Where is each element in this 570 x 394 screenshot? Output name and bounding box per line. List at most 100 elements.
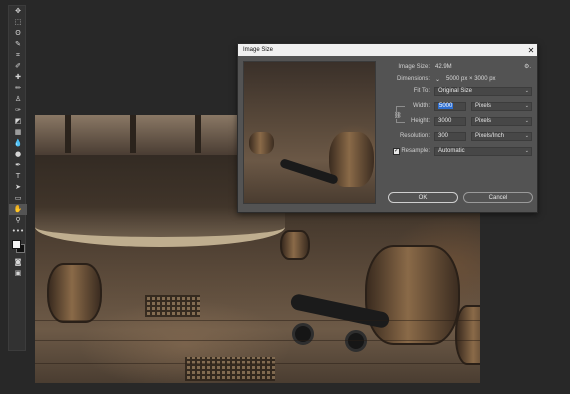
pen-tool-icon[interactable]: ✒ — [9, 160, 27, 171]
resample-select[interactable]: Automatic ⌄ — [434, 147, 532, 156]
cannon-wheel — [345, 330, 367, 352]
barrel — [47, 263, 102, 323]
resolution-unit-select[interactable]: Pixels/Inch ⌄ — [471, 132, 532, 141]
crop-tool-icon[interactable]: ⌗ — [9, 50, 27, 61]
more-tools-glyph: ••• — [11, 227, 25, 235]
history-brush-tool-icon[interactable]: ✑ — [9, 105, 27, 116]
lasso-tool-icon[interactable]: ʘ — [9, 28, 27, 39]
image-size-value: 42.9M — [435, 64, 452, 70]
deck-plank — [35, 320, 480, 321]
width-label: Width: — [412, 103, 430, 109]
preview-barrel — [249, 132, 274, 154]
dodge-tool-icon[interactable]: ● — [9, 149, 27, 160]
zoom-tool-icon[interactable]: ⚲ — [9, 215, 27, 226]
fit-to-value: Original Size — [438, 88, 473, 94]
eraser-tool-icon[interactable]: ◩ — [9, 116, 27, 127]
type-tool-glyph: T — [15, 172, 21, 180]
barrel — [280, 230, 310, 260]
height-input[interactable]: 3000 — [434, 117, 466, 126]
dialog-titlebar[interactable]: Image Size ✕ — [238, 44, 537, 56]
cancel-button[interactable]: Cancel — [463, 192, 533, 203]
resample-value: Automatic — [438, 148, 465, 154]
fit-to-label: Fit To: — [413, 88, 430, 94]
screen-mode-icon[interactable]: ▣ — [9, 268, 27, 279]
screen-mode-glyph: ▣ — [14, 269, 22, 277]
deck-plank — [35, 340, 480, 341]
resolution-input[interactable]: 300 — [434, 132, 466, 141]
more-tools-icon[interactable]: ••• — [9, 226, 27, 237]
chevron-down-icon: ⌄ — [524, 88, 529, 94]
resolution-label: Resolution: — [399, 133, 430, 139]
move-tool-icon[interactable]: ✥ — [9, 6, 27, 17]
hand-tool-icon[interactable]: ✋ — [9, 204, 27, 215]
ok-button[interactable]: OK — [388, 192, 458, 203]
quick-mask-glyph: ◙ — [14, 258, 22, 266]
deck-grate — [145, 295, 200, 317]
gradient-tool-glyph: ▦ — [14, 128, 22, 136]
resolution-unit: Pixels/Inch — [475, 133, 505, 139]
path-select-tool-glyph: ➤ — [15, 183, 21, 191]
quick-select-tool-glyph: ✎ — [15, 40, 21, 48]
height-label: Height: — [410, 118, 430, 124]
height-value: 3000 — [438, 118, 452, 124]
eraser-tool-glyph: ◩ — [14, 117, 22, 125]
quick-mask-icon[interactable]: ◙ — [9, 257, 27, 268]
width-input[interactable]: 5000 — [434, 102, 466, 111]
brush-tool-icon[interactable]: ✏ — [9, 83, 27, 94]
color-swatches[interactable] — [9, 237, 27, 257]
image-preview[interactable] — [243, 61, 376, 204]
lasso-tool-glyph: ʘ — [15, 29, 21, 37]
resample-checkbox[interactable]: ✓ — [393, 148, 400, 155]
height-unit: Pixels — [475, 118, 492, 124]
chevron-down-icon[interactable]: ⌄ — [435, 76, 440, 83]
height-unit-select[interactable]: Pixels ⌄ — [471, 117, 532, 126]
dimensions-label: Dimensions: — [396, 76, 430, 82]
brush-tool-glyph: ✏ — [15, 84, 21, 92]
deck-grate — [185, 357, 275, 381]
healing-brush-tool-icon[interactable]: ✚ — [9, 72, 27, 83]
deck-plank — [35, 363, 480, 364]
clone-stamp-tool-glyph: ♙ — [14, 95, 22, 103]
quick-select-tool-icon[interactable]: ✎ — [9, 39, 27, 50]
chevron-down-icon: ⌄ — [524, 103, 529, 109]
fit-to-select[interactable]: Original Size ⌄ — [434, 87, 532, 96]
tools-panel: ✥ ⬚ ʘ ✎ ⌗ ✐ ✚ ✏ ♙ ✑ ◩ ▦ 💧 ● ✒ T ➤ ▭ ✋ ⚲ ••• ◙ ▣ — [8, 5, 27, 351]
chevron-down-icon: ⌄ — [524, 133, 529, 139]
hand-tool-glyph: ✋ — [13, 205, 23, 213]
marquee-tool-glyph: ⬚ — [14, 18, 22, 26]
foreground-color-swatch[interactable] — [12, 240, 21, 249]
blur-tool-icon[interactable]: 💧 — [9, 138, 27, 149]
image-size-label: Image Size: — [398, 64, 430, 70]
dimensions-value: 5000 px × 3000 px — [446, 76, 496, 82]
move-tool-glyph: ✥ — [15, 7, 21, 15]
gradient-tool-icon[interactable]: ▦ — [9, 127, 27, 138]
image-size-dialog: Image Size ✕ ⚙. Image Size: 42.9M Dimens… — [237, 43, 538, 213]
path-select-tool-icon[interactable]: ➤ — [9, 182, 27, 193]
crop-tool-glyph: ⌗ — [16, 51, 20, 59]
hammock — [35, 207, 285, 247]
marquee-tool-icon[interactable]: ⬚ — [9, 17, 27, 28]
type-tool-icon[interactable]: T — [9, 171, 27, 182]
barrel — [455, 305, 480, 365]
eyedropper-tool-glyph: ✐ — [15, 62, 21, 70]
ceiling-beam — [195, 115, 201, 153]
close-icon[interactable]: ✕ — [525, 46, 537, 55]
ceiling-beam — [65, 115, 71, 153]
history-brush-tool-glyph: ✑ — [15, 106, 21, 114]
blur-tool-glyph: 💧 — [13, 139, 23, 147]
zoom-tool-glyph: ⚲ — [15, 216, 21, 224]
width-value: 5000 — [438, 103, 454, 109]
gear-icon[interactable]: ⚙. — [524, 63, 531, 70]
rectangle-tool-icon[interactable]: ▭ — [9, 193, 27, 204]
dodge-tool-glyph: ● — [14, 150, 22, 158]
rectangle-tool-glyph: ▭ — [14, 194, 22, 202]
clone-stamp-tool-icon[interactable]: ♙ — [9, 94, 27, 105]
dialog-title: Image Size — [243, 47, 274, 53]
pen-tool-glyph: ✒ — [15, 161, 21, 169]
width-unit-select[interactable]: Pixels ⌄ — [471, 102, 532, 111]
chevron-down-icon: ⌄ — [524, 148, 529, 154]
eyedropper-tool-icon[interactable]: ✐ — [9, 61, 27, 72]
cannon-wheel — [292, 323, 314, 345]
healing-brush-tool-glyph: ✚ — [15, 73, 21, 81]
resample-label: Resample: — [401, 148, 430, 154]
